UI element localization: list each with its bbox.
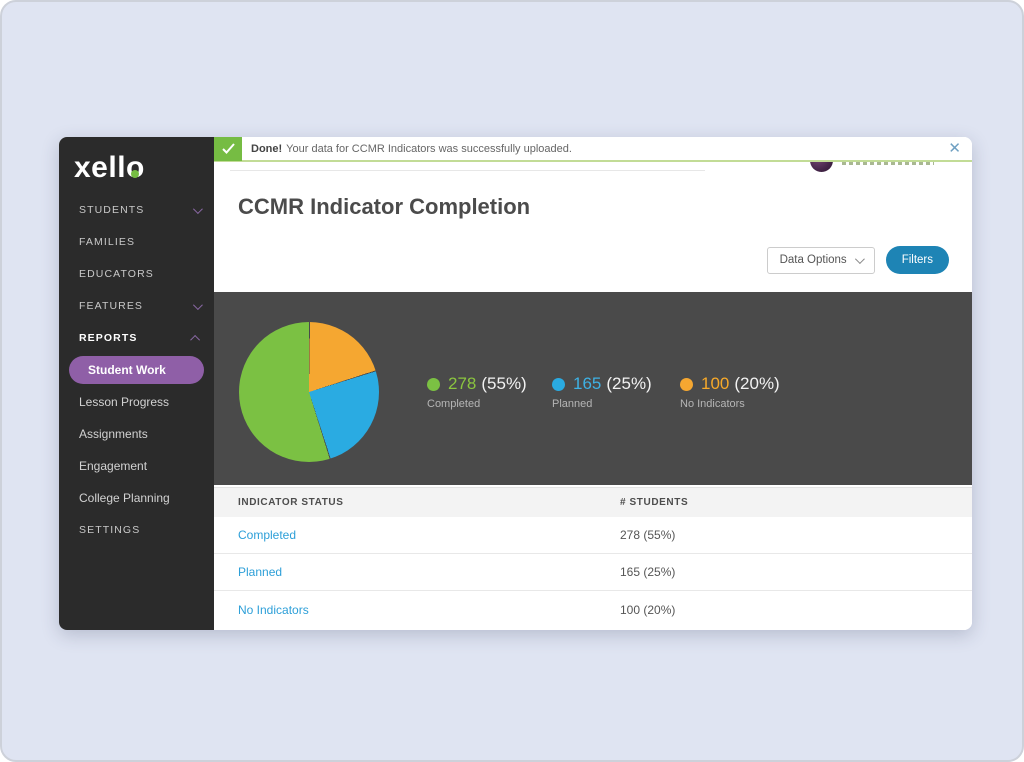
sidebar-item-families[interactable]: FAMILIES bbox=[59, 226, 214, 258]
legend-dot-orange-icon bbox=[680, 378, 693, 391]
main-content: Done! Your data for CCMR Indicators was s… bbox=[214, 137, 972, 630]
students-count: 165 (25%) bbox=[620, 565, 948, 579]
notification-title: Done! bbox=[251, 143, 282, 155]
notification-message: Your data for CCMR Indicators was succes… bbox=[286, 143, 572, 155]
chart-panel: 278 (55%) Completed 165 (25%) Planned bbox=[214, 292, 972, 485]
toolbar: Data Options Filters bbox=[767, 246, 949, 274]
sidebar-item-assignments[interactable]: Assignments bbox=[59, 418, 214, 450]
table-row: No Indicators 100 (20%) bbox=[214, 591, 972, 628]
students-count: 100 (20%) bbox=[620, 603, 948, 617]
pie-chart bbox=[239, 322, 379, 462]
status-link-planned[interactable]: Planned bbox=[238, 565, 620, 579]
legend-value: 278 bbox=[448, 374, 476, 394]
column-header-indicator-status: INDICATOR STATUS bbox=[238, 497, 620, 508]
sidebar-item-label: STUDENTS bbox=[79, 204, 144, 216]
chevron-down-icon bbox=[193, 300, 203, 310]
user-name-text bbox=[842, 162, 934, 165]
sidebar-item-student-work[interactable]: Student Work bbox=[69, 356, 204, 384]
legend-item-completed: 278 (55%) Completed bbox=[427, 374, 527, 410]
sidebar-item-label: SETTINGS bbox=[79, 524, 140, 536]
status-link-no-indicators[interactable]: No Indicators bbox=[238, 603, 620, 617]
logo-o-green-dot: o bbox=[126, 151, 145, 185]
legend-item-planned: 165 (25%) Planned bbox=[552, 374, 652, 410]
legend-label: Completed bbox=[427, 398, 527, 410]
header-divider bbox=[230, 170, 705, 171]
chevron-up-icon bbox=[190, 334, 200, 344]
notification-text: Done! Your data for CCMR Indicators was s… bbox=[251, 143, 572, 155]
sidebar-item-label: Student Work bbox=[88, 363, 166, 377]
legend-dot-blue-icon bbox=[552, 378, 565, 391]
sidebar-item-label: FEATURES bbox=[79, 300, 143, 312]
page-title: CCMR Indicator Completion bbox=[238, 194, 530, 220]
app-window: xello STUDENTS FAMILIES EDUCATORS FEATUR… bbox=[59, 137, 972, 630]
close-icon[interactable]: ✕ bbox=[948, 141, 961, 156]
sidebar-item-label: Engagement bbox=[79, 459, 147, 473]
table-header-row: INDICATOR STATUS # STUDENTS bbox=[214, 487, 972, 517]
legend-percent: (55%) bbox=[481, 374, 526, 394]
sidebar: xello STUDENTS FAMILIES EDUCATORS FEATUR… bbox=[59, 137, 214, 630]
legend-value: 165 bbox=[573, 374, 601, 394]
xello-logo: xello bbox=[59, 137, 214, 185]
table-row: Completed 278 (55%) bbox=[214, 517, 972, 554]
table-row: Planned 165 (25%) bbox=[214, 554, 972, 591]
sidebar-item-label: College Planning bbox=[79, 491, 170, 505]
sidebar-item-label: Lesson Progress bbox=[79, 395, 169, 409]
success-check-icon bbox=[214, 137, 242, 161]
legend-label: Planned bbox=[552, 398, 652, 410]
sidebar-item-label: FAMILIES bbox=[79, 236, 135, 248]
sidebar-item-settings[interactable]: SETTINGS bbox=[59, 514, 214, 546]
legend-dot-green-icon bbox=[427, 378, 440, 391]
indicator-table: INDICATOR STATUS # STUDENTS Completed 27… bbox=[214, 487, 972, 630]
legend-value: 100 bbox=[701, 374, 729, 394]
sidebar-item-students[interactable]: STUDENTS bbox=[59, 194, 214, 226]
chevron-down-icon bbox=[193, 204, 203, 214]
data-options-button[interactable]: Data Options bbox=[767, 247, 875, 274]
legend-item-no-indicators: 100 (20%) No Indicators bbox=[680, 374, 780, 410]
sidebar-item-college-planning[interactable]: College Planning bbox=[59, 482, 214, 514]
chevron-down-icon bbox=[855, 254, 865, 264]
students-count: 278 (55%) bbox=[620, 528, 948, 542]
sidebar-item-label: REPORTS bbox=[79, 332, 137, 344]
sidebar-item-reports[interactable]: REPORTS bbox=[59, 322, 214, 354]
sidebar-nav: STUDENTS FAMILIES EDUCATORS FEATURES REP… bbox=[59, 194, 214, 546]
notification-banner: Done! Your data for CCMR Indicators was s… bbox=[214, 137, 972, 162]
desktop-background: xello STUDENTS FAMILIES EDUCATORS FEATUR… bbox=[0, 0, 1024, 762]
sidebar-item-educators[interactable]: EDUCATORS bbox=[59, 258, 214, 290]
filters-button[interactable]: Filters bbox=[886, 246, 949, 274]
legend-percent: (20%) bbox=[734, 374, 779, 394]
legend-label: No Indicators bbox=[680, 398, 780, 410]
data-options-label: Data Options bbox=[780, 254, 847, 266]
logo-text: xell bbox=[74, 151, 126, 184]
sidebar-item-lesson-progress[interactable]: Lesson Progress bbox=[59, 386, 214, 418]
sidebar-item-features[interactable]: FEATURES bbox=[59, 290, 214, 322]
column-header-students: # STUDENTS bbox=[620, 497, 948, 508]
sidebar-item-label: Assignments bbox=[79, 427, 148, 441]
sidebar-item-engagement[interactable]: Engagement bbox=[59, 450, 214, 482]
legend-percent: (25%) bbox=[606, 374, 651, 394]
sidebar-item-label: EDUCATORS bbox=[79, 268, 154, 280]
status-link-completed[interactable]: Completed bbox=[238, 528, 620, 542]
